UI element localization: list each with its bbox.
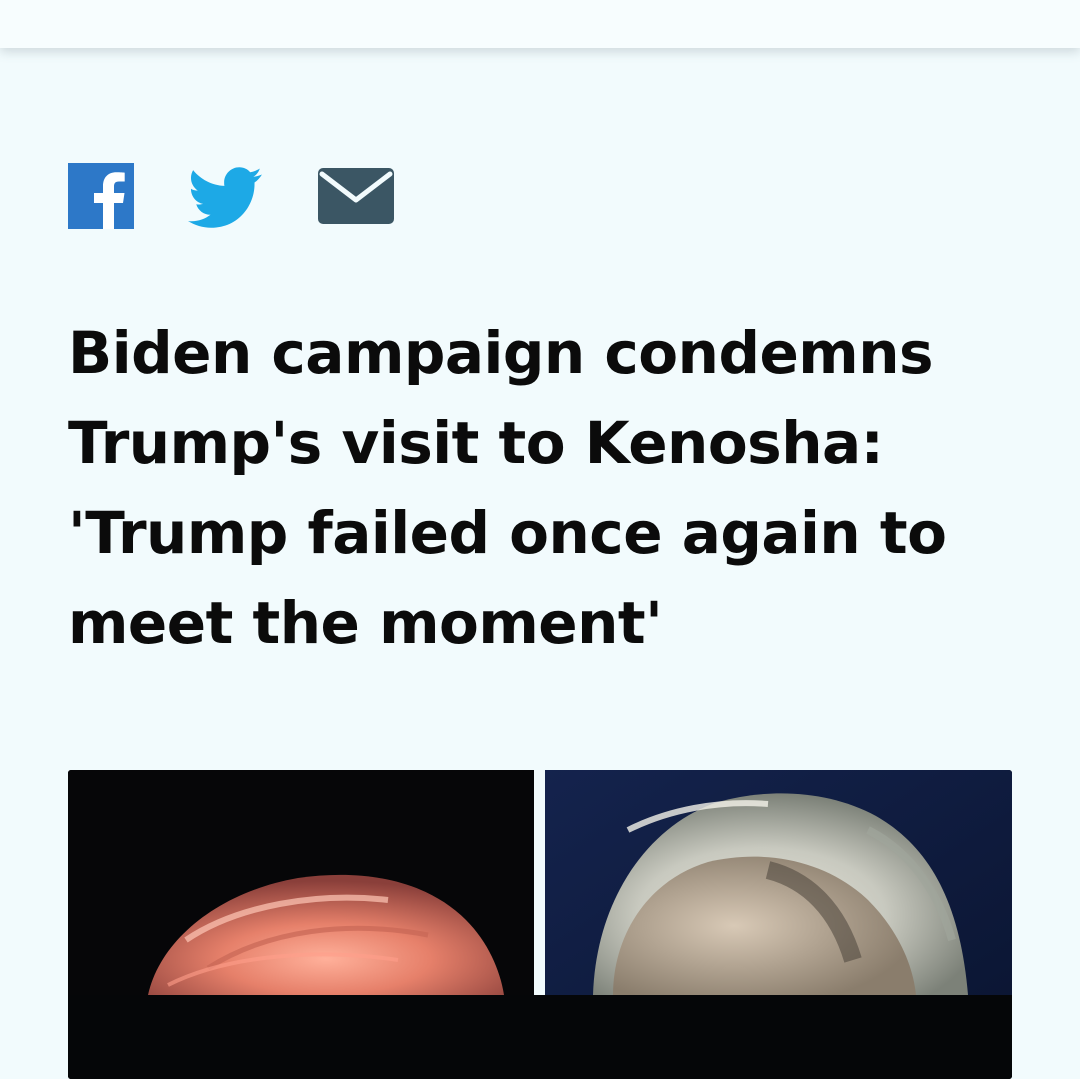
article-hero-image[interactable] (68, 770, 1012, 1079)
twitter-share-button[interactable] (187, 167, 264, 229)
twitter-icon (187, 167, 262, 228)
facebook-icon (68, 163, 134, 229)
hero-photo (68, 770, 1012, 1079)
email-icon (318, 168, 394, 224)
article-page: Biden campaign condemns Trump's visit to… (0, 0, 1080, 1079)
email-share-button[interactable] (318, 168, 394, 224)
facebook-share-button[interactable] (68, 163, 134, 229)
top-navigation-bar (0, 0, 1080, 48)
article-headline: Biden campaign condemns Trump's visit to… (68, 319, 947, 657)
nav-link-fragment (60, 0, 260, 4)
